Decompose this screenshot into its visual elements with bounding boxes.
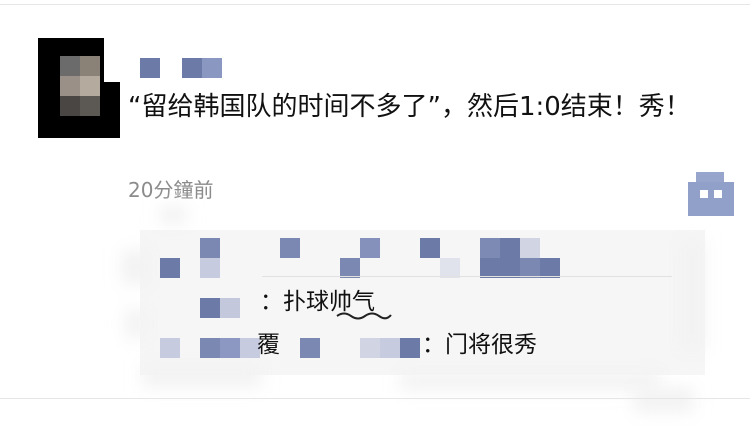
blur-shape xyxy=(400,372,660,390)
redaction-pixel xyxy=(480,258,500,278)
comment-separator: ： xyxy=(422,332,445,358)
redaction-pixel xyxy=(200,298,220,318)
post-content: “留给韩国队的时间不多了”，然后1:0结束！秀！ xyxy=(128,92,691,122)
redaction-pixel xyxy=(360,238,380,258)
redaction-pixel xyxy=(280,238,300,258)
blur-shape xyxy=(125,310,147,338)
username[interactable] xyxy=(140,58,230,78)
top-divider xyxy=(0,4,750,5)
redaction-pixel xyxy=(220,298,240,318)
post-timestamp: 20分鐘前 xyxy=(128,178,214,202)
comment-2[interactable]: 覆 ：门将很秀 xyxy=(257,330,537,360)
icon-part xyxy=(688,182,734,216)
avatar-pixel xyxy=(80,56,100,76)
redaction-pixel xyxy=(540,258,560,278)
redaction-pixel xyxy=(480,238,500,258)
handwritten-underline xyxy=(336,310,392,320)
redaction-pixel xyxy=(340,258,360,278)
redaction-pixel xyxy=(200,258,220,278)
avatar-pixel xyxy=(80,96,100,116)
redaction-pixel xyxy=(220,338,240,358)
comment-separator: ： xyxy=(260,289,283,315)
icon-part xyxy=(714,190,722,198)
blur-shape xyxy=(160,206,186,224)
redaction-pixel xyxy=(420,238,440,258)
icon-part xyxy=(696,172,724,182)
avatar-notch xyxy=(104,38,120,82)
blur-shape xyxy=(122,250,150,284)
redaction-pixel xyxy=(440,258,460,278)
redaction-pixel xyxy=(500,238,520,258)
redaction-pixel xyxy=(200,338,220,358)
avatar-pixel xyxy=(60,56,80,76)
avatar-pixel xyxy=(60,96,80,116)
redaction-pixel xyxy=(520,238,540,258)
redaction-pixel xyxy=(500,258,520,278)
redaction-pixel xyxy=(160,258,180,278)
comment-name-fragment: 覆 xyxy=(257,332,280,358)
username-pixel xyxy=(182,58,202,78)
blur-shape xyxy=(634,388,694,412)
redaction-pixel xyxy=(160,338,180,358)
blur-shape xyxy=(680,240,704,350)
bottom-divider xyxy=(0,398,750,399)
comment-like-icon[interactable] xyxy=(688,172,734,216)
blur-shape xyxy=(142,365,262,387)
comment-text: 门将很秀 xyxy=(445,332,537,358)
avatar[interactable] xyxy=(38,38,120,138)
icon-part xyxy=(700,190,708,198)
avatar-pixel xyxy=(60,76,80,96)
avatar-pixel xyxy=(80,76,100,96)
redaction-pixel xyxy=(520,258,540,278)
redaction-pixel xyxy=(200,238,220,258)
username-pixel xyxy=(140,58,160,78)
panel-divider xyxy=(262,276,672,277)
username-pixel xyxy=(202,58,222,78)
